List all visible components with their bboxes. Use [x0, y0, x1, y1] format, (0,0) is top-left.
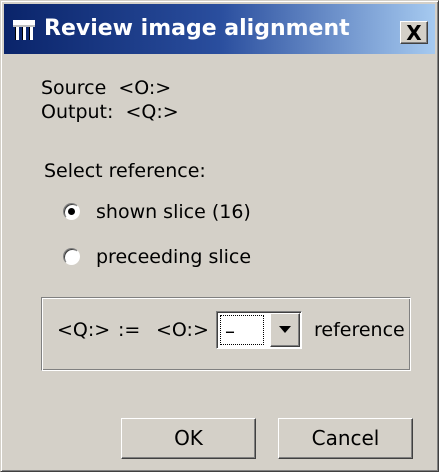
radio-label[interactable]: preceeding slice: [96, 246, 251, 268]
radio-label[interactable]: shown slice (16): [96, 201, 251, 223]
close-icon: X: [406, 20, 422, 45]
output-label: Output:: [41, 101, 114, 123]
source-line: Source <O:>: [41, 77, 171, 99]
close-button[interactable]: X: [400, 21, 428, 44]
window-title: Review image alignment: [44, 16, 350, 41]
formula-assign: :=: [118, 319, 141, 341]
formula-rhs: reference: [314, 319, 405, 341]
dropdown-button[interactable]: [270, 313, 300, 347]
radio-selected-dot: [68, 208, 75, 215]
formula-lhs: <Q:>: [57, 319, 111, 341]
dialog-window: Review image alignment X Source <O:> Out…: [0, 0, 439, 472]
app-icon: [13, 20, 35, 40]
output-value: <Q:>: [125, 101, 179, 123]
reference-heading: Select reference:: [44, 160, 206, 182]
operator-select-value[interactable]: –: [220, 315, 264, 345]
source-value: <O:>: [118, 77, 172, 99]
operator-select[interactable]: –: [216, 311, 302, 349]
radio-button[interactable]: [63, 248, 80, 265]
chevron-down-icon: [279, 326, 291, 333]
output-line: Output: <Q:>: [41, 101, 179, 123]
radio-button[interactable]: [63, 203, 80, 220]
source-label: Source: [41, 77, 107, 99]
ok-button[interactable]: OK: [121, 418, 256, 459]
formula-operand: <O:>: [156, 319, 209, 341]
title-bar[interactable]: Review image alignment X: [4, 4, 435, 54]
cancel-button[interactable]: Cancel: [278, 418, 413, 459]
